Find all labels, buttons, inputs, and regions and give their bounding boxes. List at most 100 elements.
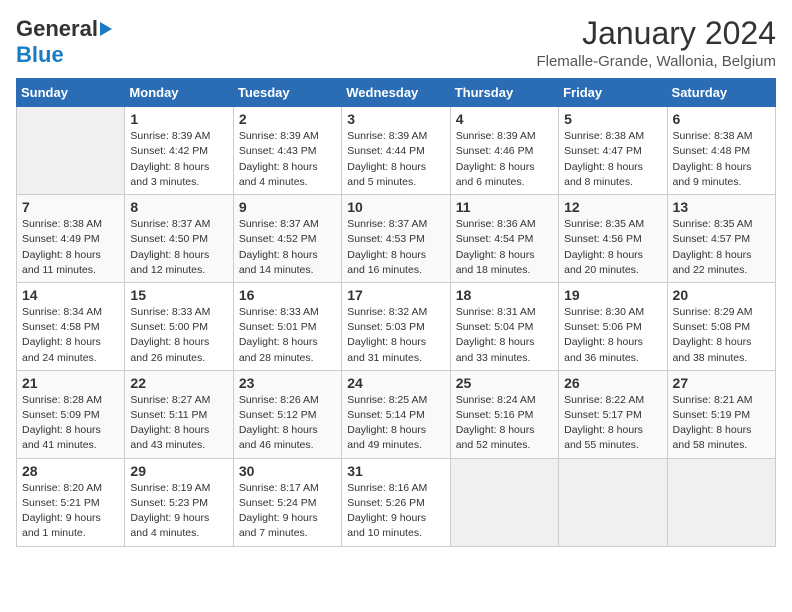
day-info: Sunrise: 8:31 AMSunset: 5:04 PMDaylight:… [456,305,553,366]
day-number: 14 [22,287,119,303]
calendar-cell: 7Sunrise: 8:38 AMSunset: 4:49 PMDaylight… [17,195,125,283]
day-info: Sunrise: 8:22 AMSunset: 5:17 PMDaylight:… [564,393,661,454]
day-number: 24 [347,375,444,391]
day-number: 2 [239,111,336,127]
days-header-row: SundayMondayTuesdayWednesdayThursdayFrid… [17,79,776,107]
day-number: 9 [239,199,336,215]
day-header-saturday: Saturday [667,79,775,107]
calendar-cell [17,107,125,195]
day-info: Sunrise: 8:17 AMSunset: 5:24 PMDaylight:… [239,481,336,542]
calendar-cell: 27 Sunrise: 8:21 AMSunset: 5:19 PMDayligh… [667,370,775,458]
calendar-cell: 23 Sunrise: 8:26 AMSunset: 5:12 PMDayligh… [233,370,341,458]
day-number: 15 [130,287,227,303]
day-header-wednesday: Wednesday [342,79,450,107]
day-info: Sunrise: 8:37 AMSunset: 4:50 PMDaylight:… [130,217,227,278]
day-number: 31 [347,463,444,479]
day-number: 6 [673,111,770,127]
day-header-thursday: Thursday [450,79,558,107]
day-number: 17 [347,287,444,303]
calendar-cell: 5Sunrise: 8:38 AMSunset: 4:47 PMDaylight… [559,107,667,195]
day-info: Sunrise: 8:27 AMSunset: 5:11 PMDaylight:… [130,393,227,454]
day-number: 30 [239,463,336,479]
calendar-cell: 4Sunrise: 8:39 AMSunset: 4:46 PMDaylight… [450,107,558,195]
week-row-5: 28 Sunrise: 8:20 AMSunset: 5:21 PMDayligh… [17,458,776,546]
day-number: 12 [564,199,661,215]
day-info: Sunrise: 8:39 AMSunset: 4:44 PMDaylight:… [347,129,444,190]
day-header-monday: Monday [125,79,233,107]
day-info: Sunrise: 8:37 AMSunset: 4:52 PMDaylight:… [239,217,336,278]
day-info: Sunrise: 8:30 AMSunset: 5:06 PMDaylight:… [564,305,661,366]
week-row-4: 21 Sunrise: 8:28 AMSunset: 5:09 PMDayligh… [17,370,776,458]
day-info: Sunrise: 8:39 AMSunset: 4:46 PMDaylight:… [456,129,553,190]
calendar-cell: 28 Sunrise: 8:20 AMSunset: 5:21 PMDayligh… [17,458,125,546]
day-number: 11 [456,199,553,215]
calendar-cell: 1 Sunrise: 8:39 AMSunset: 4:42 PMDaylight… [125,107,233,195]
calendar-cell: 18 Sunrise: 8:31 AMSunset: 5:04 PMDayligh… [450,282,558,370]
day-number: 5 [564,111,661,127]
day-info: Sunrise: 8:19 AMSunset: 5:23 PMDaylight:… [130,481,227,542]
calendar-cell: 2 Sunrise: 8:39 AMSunset: 4:43 PMDaylight… [233,107,341,195]
day-number: 26 [564,375,661,391]
day-number: 23 [239,375,336,391]
title-block: January 2024 Flemalle-Grande, Wallonia, … [536,16,776,70]
day-number: 3 [347,111,444,127]
day-info: Sunrise: 8:36 AMSunset: 4:54 PMDaylight:… [456,217,553,278]
day-number: 7 [22,199,119,215]
day-info: Sunrise: 8:39 AMSunset: 4:43 PMDaylight:… [239,129,336,190]
day-info: Sunrise: 8:38 AMSunset: 4:48 PMDaylight:… [673,129,770,190]
day-info: Sunrise: 8:26 AMSunset: 5:12 PMDaylight:… [239,393,336,454]
calendar-cell: 3 Sunrise: 8:39 AMSunset: 4:44 PMDaylight… [342,107,450,195]
day-number: 27 [673,375,770,391]
calendar-cell [559,458,667,546]
location-title: Flemalle-Grande, Wallonia, Belgium [536,53,776,70]
day-info: Sunrise: 8:39 AMSunset: 4:42 PMDaylight:… [130,129,227,190]
day-header-sunday: Sunday [17,79,125,107]
logo: General Blue [16,16,112,68]
calendar-cell: 29 Sunrise: 8:19 AMSunset: 5:23 PMDayligh… [125,458,233,546]
calendar-cell: 6 Sunrise: 8:38 AMSunset: 4:48 PMDaylight… [667,107,775,195]
calendar-cell: 9 Sunrise: 8:37 AMSunset: 4:52 PMDaylight… [233,195,341,283]
calendar-cell: 20Sunrise: 8:29 AMSunset: 5:08 PMDayligh… [667,282,775,370]
calendar-cell: 30 Sunrise: 8:17 AMSunset: 5:24 PMDayligh… [233,458,341,546]
day-info: Sunrise: 8:16 AMSunset: 5:26 PMDaylight:… [347,481,444,542]
day-number: 13 [673,199,770,215]
day-number: 10 [347,199,444,215]
calendar-cell: 8Sunrise: 8:37 AMSunset: 4:50 PMDaylight… [125,195,233,283]
day-info: Sunrise: 8:24 AMSunset: 5:16 PMDaylight:… [456,393,553,454]
day-number: 29 [130,463,227,479]
day-number: 28 [22,463,119,479]
day-number: 18 [456,287,553,303]
calendar-cell: 21 Sunrise: 8:28 AMSunset: 5:09 PMDayligh… [17,370,125,458]
page-header: General Blue January 2024 Flemalle-Grand… [16,16,776,70]
calendar-cell: 10Sunrise: 8:37 AMSunset: 4:53 PMDayligh… [342,195,450,283]
calendar-cell: 16 Sunrise: 8:33 AMSunset: 5:01 PMDayligh… [233,282,341,370]
day-number: 19 [564,287,661,303]
calendar-cell: 14 Sunrise: 8:34 AMSunset: 4:58 PMDayligh… [17,282,125,370]
logo-blue: Blue [16,42,64,67]
calendar-cell: 19 Sunrise: 8:30 AMSunset: 5:06 PMDayligh… [559,282,667,370]
calendar-cell: 24 Sunrise: 8:25 AMSunset: 5:14 PMDayligh… [342,370,450,458]
month-title: January 2024 [536,16,776,51]
day-info: Sunrise: 8:33 AMSunset: 5:01 PMDaylight:… [239,305,336,366]
calendar-cell: 15Sunrise: 8:33 AMSunset: 5:00 PMDayligh… [125,282,233,370]
week-row-2: 7Sunrise: 8:38 AMSunset: 4:49 PMDaylight… [17,195,776,283]
day-info: Sunrise: 8:28 AMSunset: 5:09 PMDaylight:… [22,393,119,454]
day-number: 1 [130,111,227,127]
day-header-tuesday: Tuesday [233,79,341,107]
day-number: 21 [22,375,119,391]
day-info: Sunrise: 8:34 AMSunset: 4:58 PMDaylight:… [22,305,119,366]
day-info: Sunrise: 8:25 AMSunset: 5:14 PMDaylight:… [347,393,444,454]
week-row-3: 14 Sunrise: 8:34 AMSunset: 4:58 PMDayligh… [17,282,776,370]
logo-arrow-icon [100,22,112,36]
day-info: Sunrise: 8:21 AMSunset: 5:19 PMDaylight:… [673,393,770,454]
day-info: Sunrise: 8:20 AMSunset: 5:21 PMDaylight:… [22,481,119,542]
day-info: Sunrise: 8:35 AMSunset: 4:57 PMDaylight:… [673,217,770,278]
day-info: Sunrise: 8:29 AMSunset: 5:08 PMDaylight:… [673,305,770,366]
day-number: 16 [239,287,336,303]
calendar-cell: 22Sunrise: 8:27 AMSunset: 5:11 PMDayligh… [125,370,233,458]
calendar-cell: 25Sunrise: 8:24 AMSunset: 5:16 PMDayligh… [450,370,558,458]
day-info: Sunrise: 8:32 AMSunset: 5:03 PMDaylight:… [347,305,444,366]
calendar-cell: 26 Sunrise: 8:22 AMSunset: 5:17 PMDayligh… [559,370,667,458]
calendar-cell [450,458,558,546]
logo-general: General [16,16,98,42]
